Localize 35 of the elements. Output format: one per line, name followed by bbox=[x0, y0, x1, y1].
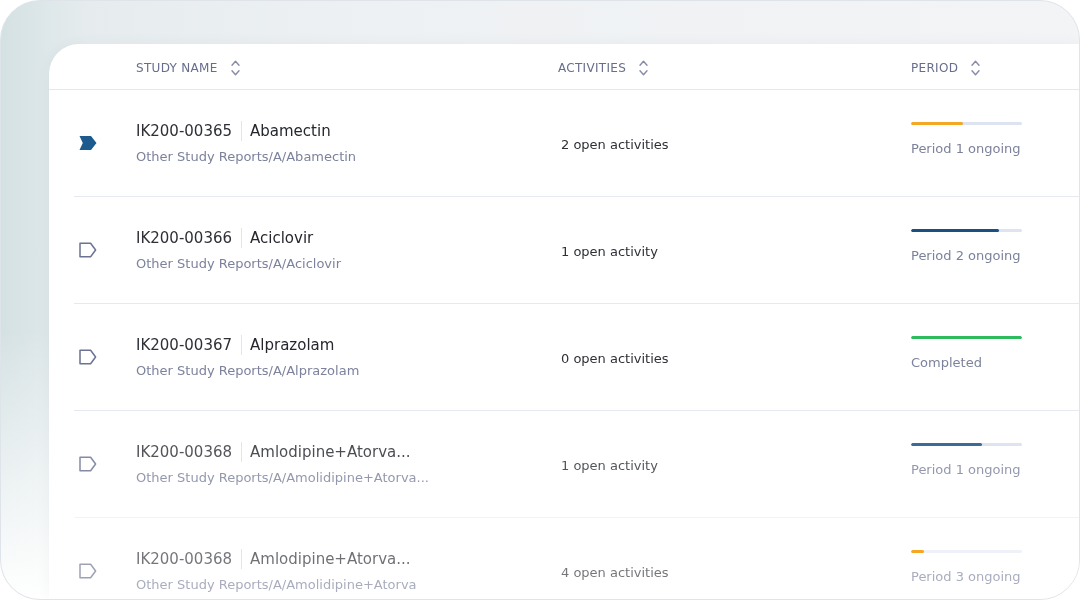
column-header[interactable]: STUDY NAME bbox=[136, 60, 240, 76]
activity-count: 1 open activity bbox=[561, 457, 658, 473]
tag-icon[interactable] bbox=[79, 135, 97, 151]
study-id: IK200-00366 bbox=[136, 228, 233, 247]
study-path: Other Study Reports/A/Amolidipine+Atorva bbox=[136, 576, 417, 592]
study-path: Other Study Reports/A/Alprazolam bbox=[136, 362, 360, 378]
study-id: IK200-00367 bbox=[136, 335, 233, 354]
column-header[interactable]: PERIOD bbox=[911, 60, 981, 76]
study-name: Abamectin bbox=[250, 121, 331, 140]
sort-icon bbox=[639, 60, 649, 76]
study-name: Alprazolam bbox=[250, 335, 335, 354]
period-status: Period 1 ongoing bbox=[911, 141, 1021, 156]
tag-icon[interactable] bbox=[79, 242, 97, 258]
activity-count: 1 open activity bbox=[561, 243, 658, 259]
study-path: Other Study Reports/A/Abamectin bbox=[136, 148, 357, 164]
study-id: IK200-00365 bbox=[136, 121, 233, 140]
study-name: Aciclovir bbox=[250, 228, 314, 247]
tag-icon[interactable] bbox=[79, 456, 97, 472]
activity-count: 4 open activities bbox=[561, 564, 669, 580]
sort-icon bbox=[230, 60, 240, 76]
tag-icon[interactable] bbox=[79, 349, 97, 365]
study-path: Other Study Reports/A/Amolidipine+Atorva... bbox=[136, 469, 429, 485]
activity-count: 2 open activities bbox=[561, 136, 669, 152]
activity-count: 0 open activities bbox=[561, 350, 669, 366]
period-status: Completed bbox=[911, 355, 982, 370]
study-id: IK200-00368 bbox=[136, 549, 233, 568]
period-status: Period 1 ongoing bbox=[911, 462, 1021, 477]
sort-icon bbox=[971, 60, 981, 76]
column-header[interactable]: ACTIVITIES bbox=[558, 60, 649, 76]
study-name: Amlodipine+Atorva... bbox=[250, 549, 411, 568]
study-name: Amlodipine+Atorva... bbox=[250, 442, 411, 461]
period-status: Period 2 ongoing bbox=[911, 248, 1021, 263]
study-path: Other Study Reports/A/Aciclovir bbox=[136, 255, 342, 271]
period-status: Period 3 ongoing bbox=[911, 569, 1021, 584]
study-id: IK200-00368 bbox=[136, 442, 233, 461]
